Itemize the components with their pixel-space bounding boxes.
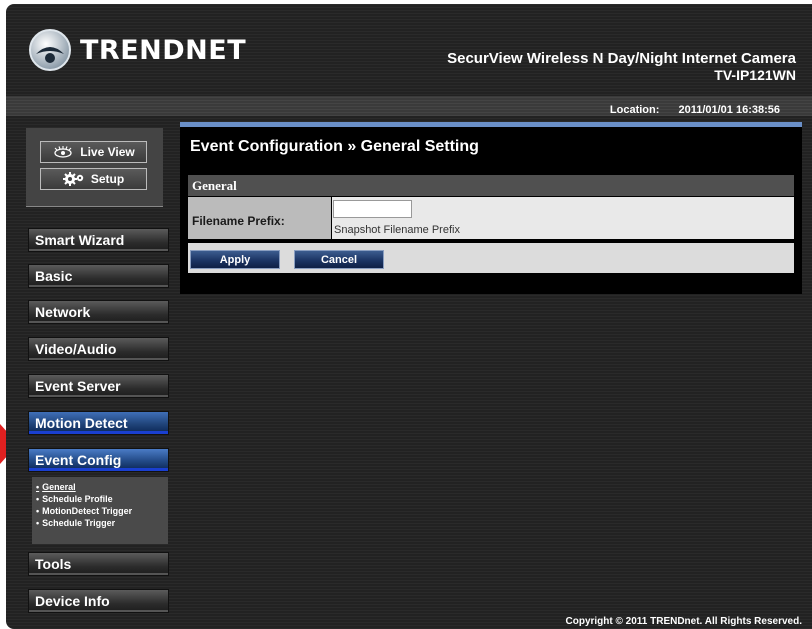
trendnet-globe-icon	[29, 29, 71, 71]
setup-label: Setup	[90, 172, 125, 186]
menu-smart-wizard[interactable]: Smart Wizard	[28, 228, 169, 252]
action-bar: Apply Cancel	[188, 243, 794, 273]
submenu-general[interactable]: • General	[32, 481, 168, 493]
filename-prefix-label: Filename Prefix:	[188, 197, 331, 239]
setup-button[interactable]: Setup	[40, 168, 147, 190]
page-title: Event Configuration » General Setting	[190, 138, 479, 155]
live-view-button[interactable]: Live View	[40, 141, 147, 163]
product-title: SecurView Wireless N Day/Night Internet …	[447, 50, 796, 84]
logo-wordmark: TRENDNET	[80, 34, 247, 66]
cancel-button[interactable]: Cancel	[294, 250, 384, 269]
location-label: Location:	[609, 104, 660, 116]
menu-event-server[interactable]: Event Server	[28, 374, 169, 398]
menu-device-info[interactable]: Device Info	[28, 589, 169, 613]
product-name: SecurView Wireless N Day/Night Internet …	[447, 50, 796, 67]
submenu-schedule-trigger[interactable]: • Schedule Trigger	[32, 517, 168, 529]
copyright-footer: Copyright © 2011 TRENDnet. All Rights Re…	[565, 616, 803, 627]
event-config-submenu: • General • Schedule Profile • MotionDetect…	[32, 477, 168, 544]
submenu-schedule-profile[interactable]: • Schedule Profile	[32, 493, 168, 505]
location-readout: Location: 2011/01/01 16:38:56	[610, 104, 780, 116]
view-mode-panel: Live View Setup	[26, 128, 163, 207]
gears-icon	[62, 172, 85, 186]
menu-basic[interactable]: Basic	[28, 264, 169, 288]
location-datetime: 2011/01/01 16:38:56	[678, 104, 780, 116]
filename-prefix-cell: Snapshot Filename Prefix	[332, 197, 794, 239]
section-header: General	[188, 175, 794, 196]
eye-icon	[52, 145, 74, 159]
filename-prefix-input[interactable]	[333, 200, 412, 218]
live-view-label: Live View	[80, 145, 135, 159]
product-model: TV-IP121WN	[714, 67, 796, 83]
menu-tools[interactable]: Tools	[28, 552, 169, 576]
apply-button[interactable]: Apply	[190, 250, 280, 269]
trendnet-logo: TRENDNET	[28, 28, 246, 72]
submenu-motiondetect-trigger[interactable]: • MotionDetect Trigger	[32, 505, 168, 517]
main-panel: Event Configuration » General Setting Ge…	[180, 122, 802, 294]
filename-prefix-hint: Snapshot Filename Prefix	[334, 224, 460, 236]
menu-event-config[interactable]: Event Config	[28, 448, 169, 472]
menu-video-audio[interactable]: Video/Audio	[28, 337, 169, 361]
menu-motion-detect[interactable]: Motion Detect	[28, 411, 169, 435]
camera-web-ui: TRENDNET SecurView Wireless N Day/Night …	[6, 4, 812, 629]
menu-network[interactable]: Network	[28, 300, 169, 324]
